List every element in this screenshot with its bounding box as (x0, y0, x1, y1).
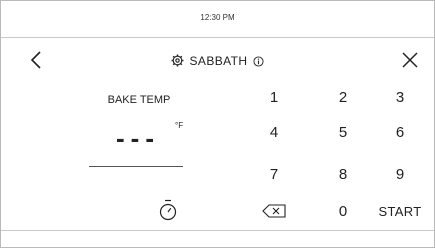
keypad-key-5[interactable]: 5 (313, 118, 373, 148)
close-icon (402, 52, 418, 68)
keypad-key-8[interactable]: 8 (313, 160, 373, 190)
temperature-unit: °F (175, 121, 184, 130)
keypad-key-3[interactable]: 3 (370, 83, 430, 113)
keypad-key-6[interactable]: 6 (370, 118, 430, 148)
backspace-button[interactable] (244, 197, 304, 227)
temperature-underline (89, 166, 183, 167)
gear-icon[interactable] (171, 54, 184, 67)
mode-title-group: SABBATH (1, 54, 434, 68)
keypad-key-9[interactable]: 9 (370, 160, 430, 190)
oven-control-screen: 12:30 PM SABBATH BAKE TEMP --- °F 1 2 3 … (0, 0, 435, 248)
keypad-key-0[interactable]: 0 (313, 197, 373, 227)
keypad-key-1[interactable]: 1 (244, 83, 304, 113)
keypad-key-2[interactable]: 2 (313, 83, 373, 113)
keypad-key-7[interactable]: 7 (244, 160, 304, 190)
temperature-value[interactable]: --- (93, 125, 183, 151)
mode-title: SABBATH (189, 54, 248, 68)
temperature-label: BAKE TEMP (107, 94, 171, 106)
timer-icon (159, 199, 177, 221)
bottom-divider (1, 230, 434, 231)
timer-button[interactable] (158, 199, 178, 221)
start-button[interactable]: START (370, 197, 430, 227)
keypad-key-4[interactable]: 4 (244, 118, 304, 148)
status-bar: 12:30 PM (1, 1, 434, 38)
backspace-icon (262, 204, 286, 218)
info-icon[interactable] (253, 56, 265, 67)
close-button[interactable] (398, 48, 422, 72)
clock: 12:30 PM (200, 13, 235, 22)
header-bar: SABBATH (1, 38, 434, 84)
